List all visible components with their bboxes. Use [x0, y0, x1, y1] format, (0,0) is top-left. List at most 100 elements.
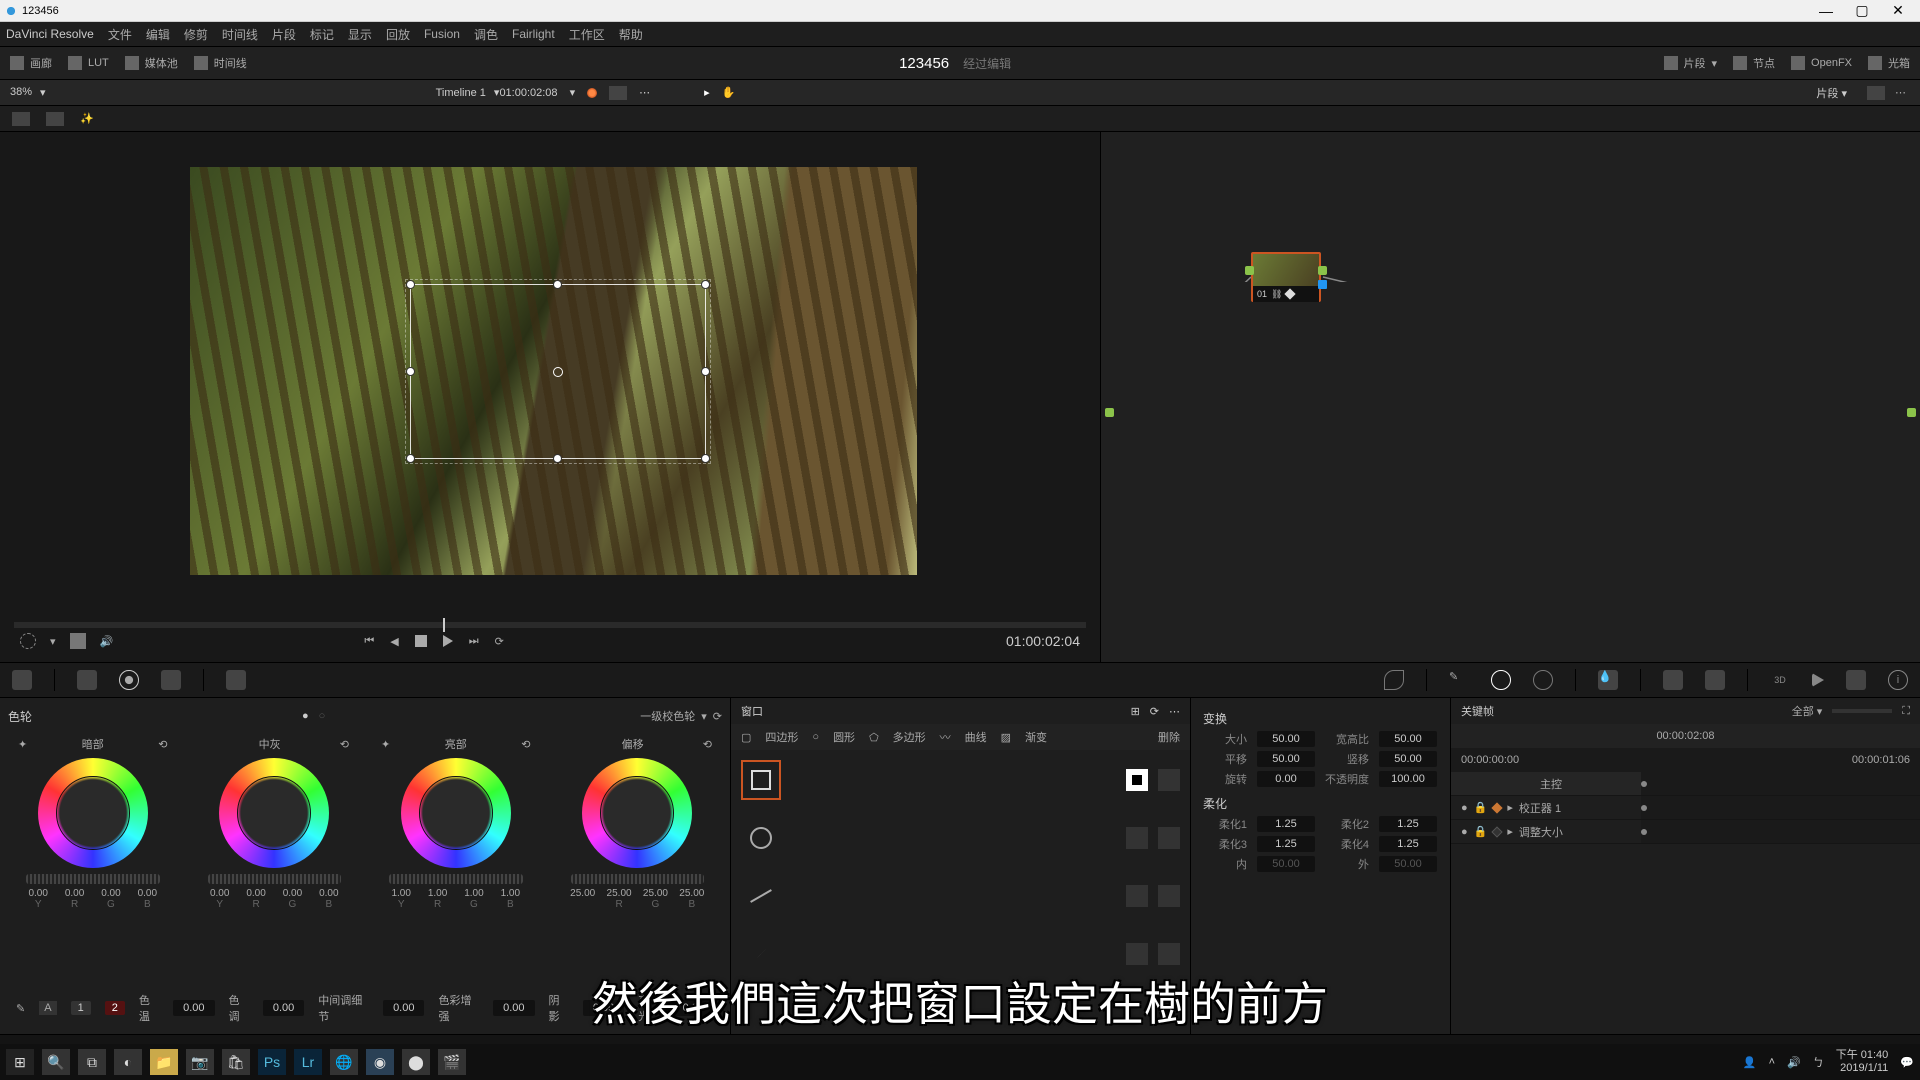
- window-item-circle[interactable]: [741, 818, 1180, 858]
- resize-handle[interactable]: [407, 281, 414, 288]
- unmix-icon[interactable]: [70, 633, 86, 649]
- taskbar-app[interactable]: 📷: [186, 1049, 214, 1075]
- keyframe-right-icon[interactable]: [1812, 673, 1824, 687]
- explorer-icon[interactable]: 📁: [150, 1049, 178, 1075]
- chrome-icon[interactable]: 🌐: [330, 1049, 358, 1075]
- menu-item[interactable]: 回放: [386, 26, 410, 43]
- menu-item[interactable]: 工作区: [569, 26, 605, 43]
- reset-icon[interactable]: ⟳: [1150, 705, 1159, 718]
- taskbar-app[interactable]: 🎬: [438, 1049, 466, 1075]
- lock-icon[interactable]: 🔒: [1474, 825, 1488, 838]
- key-icon[interactable]: [1663, 670, 1683, 690]
- stop-button[interactable]: [415, 635, 427, 647]
- shape-circle-icon[interactable]: ○: [812, 731, 819, 743]
- master-dial[interactable]: [26, 874, 160, 884]
- tilt-field[interactable]: 50.00: [1379, 751, 1437, 767]
- preset-icon[interactable]: ⊞: [1131, 705, 1140, 718]
- menu-item[interactable]: 帮助: [619, 26, 643, 43]
- menu-app[interactable]: DaVinci Resolve: [6, 27, 94, 41]
- close-button[interactable]: ✕: [1880, 2, 1916, 19]
- more-icon[interactable]: ⋯: [639, 86, 650, 99]
- wheel-mode-dropdown[interactable]: 一级校色轮▾⟳: [640, 708, 722, 724]
- center-handle[interactable]: [553, 367, 563, 377]
- mask-icon[interactable]: [1126, 885, 1148, 907]
- menu-item[interactable]: 文件: [108, 26, 132, 43]
- play-button[interactable]: [443, 635, 453, 647]
- wheel-knob[interactable]: [632, 808, 642, 818]
- soft4-field[interactable]: 1.25: [1379, 836, 1437, 852]
- menu-item[interactable]: Fusion: [424, 27, 460, 41]
- node-alpha-out[interactable]: [1318, 280, 1327, 289]
- kf-mode-dropdown[interactable]: 全部 ▾: [1792, 703, 1823, 719]
- menu-item[interactable]: 调色: [474, 26, 498, 43]
- soft3-field[interactable]: 1.25: [1257, 836, 1315, 852]
- menu-item[interactable]: Fairlight: [512, 27, 555, 41]
- ime-icon[interactable]: ㄅ: [1813, 1054, 1824, 1070]
- mask-icon[interactable]: [1126, 827, 1148, 849]
- offset-wheel[interactable]: 偏移⟲ 25.0025.0025.0025.00 RGB: [557, 736, 719, 910]
- color-match-icon[interactable]: [77, 670, 97, 690]
- minimize-button[interactable]: —: [1808, 3, 1844, 19]
- node-output[interactable]: [1318, 266, 1327, 275]
- picker-icon[interactable]: ✦: [18, 738, 27, 751]
- pan-field[interactable]: 50.00: [1257, 751, 1315, 767]
- nodes-button[interactable]: 节点: [1733, 55, 1775, 71]
- output-port[interactable]: [1907, 408, 1916, 417]
- motion-icon[interactable]: [226, 670, 246, 690]
- viewer-zoom-dropdown[interactable]: 38%▾: [0, 86, 56, 99]
- lightroom-icon[interactable]: Lr: [294, 1049, 322, 1075]
- keyframe-marker[interactable]: [1641, 805, 1647, 811]
- jump-last-icon[interactable]: ⏭: [469, 635, 479, 648]
- chevron-down-icon[interactable]: ▾: [50, 635, 56, 648]
- window-tab-icon[interactable]: [1491, 670, 1511, 690]
- start-button[interactable]: ⊞: [6, 1049, 34, 1075]
- reset-icon[interactable]: ⟳: [713, 710, 722, 723]
- wheel-knob[interactable]: [451, 808, 461, 818]
- shape-curve-icon[interactable]: 〰: [940, 729, 951, 745]
- lut-button[interactable]: LUT: [68, 56, 109, 70]
- jump-first-icon[interactable]: ⏮: [364, 635, 374, 648]
- info-icon[interactable]: i: [1888, 670, 1908, 690]
- window-item-rect[interactable]: [741, 760, 1180, 800]
- menu-item[interactable]: 显示: [348, 26, 372, 43]
- node-input[interactable]: [1245, 266, 1254, 275]
- bypass-icon[interactable]: [587, 88, 597, 98]
- wheel-knob[interactable]: [88, 808, 98, 818]
- picker-icon[interactable]: ✦: [381, 738, 390, 751]
- keyframe-marker[interactable]: [1641, 829, 1647, 835]
- master-dial[interactable]: [571, 874, 705, 884]
- split-icon[interactable]: [46, 112, 64, 126]
- gain-wheel[interactable]: ✦亮部⟲ 1.001.001.001.00 YRGB: [375, 736, 537, 910]
- shape-square-icon[interactable]: ▢: [741, 731, 751, 744]
- menu-item[interactable]: 时间线: [222, 26, 258, 43]
- invert-icon[interactable]: [1158, 943, 1180, 965]
- taskbar-app[interactable]: ◐: [114, 1049, 142, 1075]
- color-wheels-icon[interactable]: [119, 670, 139, 690]
- camera-raw-icon[interactable]: [12, 670, 32, 690]
- menu-item[interactable]: 修剪: [184, 26, 208, 43]
- openfx-button[interactable]: OpenFX: [1791, 56, 1852, 70]
- resize-handle[interactable]: [407, 455, 414, 462]
- outside-field[interactable]: 50.00: [1379, 856, 1437, 872]
- blur-icon[interactable]: 💧: [1598, 670, 1618, 690]
- people-icon[interactable]: 👤: [1743, 1056, 1757, 1069]
- node-graph-panel[interactable]: 01⛓: [1100, 132, 1920, 662]
- timeline-button[interactable]: 时间线: [194, 55, 247, 71]
- master-dial[interactable]: [208, 874, 342, 884]
- soft2-field[interactable]: 1.25: [1379, 816, 1437, 832]
- expand-icon[interactable]: [609, 86, 627, 100]
- shape-gradient-icon[interactable]: ▨: [1001, 731, 1011, 744]
- lock-icon[interactable]: 🔒: [1474, 801, 1488, 814]
- image-wipe-icon[interactable]: [12, 112, 30, 126]
- shape-polygon-icon[interactable]: ⬠: [869, 731, 879, 744]
- scopes-icon[interactable]: [1846, 670, 1866, 690]
- lift-wheel[interactable]: ✦暗部⟲ 0.000.000.000.00 YRGB: [12, 736, 174, 910]
- inside-field[interactable]: 50.00: [1257, 856, 1315, 872]
- zoom-slider[interactable]: [1832, 709, 1892, 713]
- gamma-wheel[interactable]: 中灰⟲ 0.000.000.000.00 YRGB: [194, 736, 356, 910]
- wheel-knob[interactable]: [269, 808, 279, 818]
- invert-icon[interactable]: [1158, 885, 1180, 907]
- pointer-icon[interactable]: ▸: [704, 86, 710, 99]
- menu-item[interactable]: 编辑: [146, 26, 170, 43]
- volume-icon[interactable]: 🔊: [1787, 1056, 1801, 1069]
